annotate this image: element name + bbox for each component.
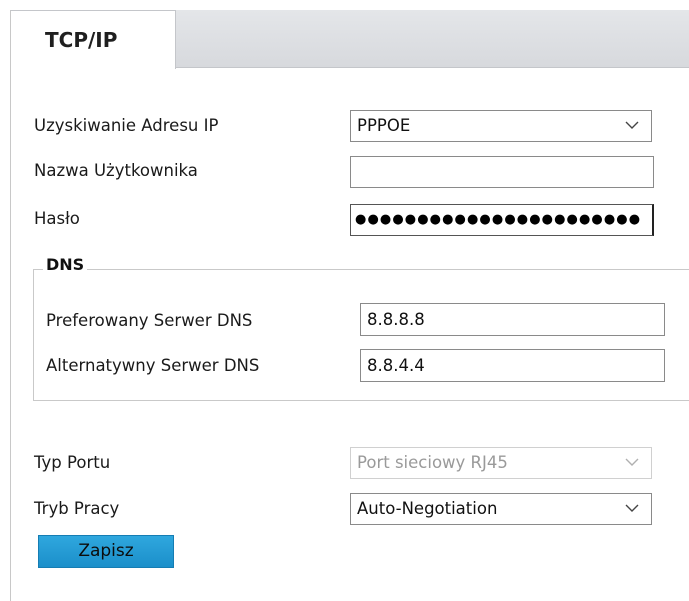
work-mode-select[interactable]: Auto-Negotiation <box>350 493 652 525</box>
port-type-select: Port sieciowy RJ45 <box>350 447 652 479</box>
tab-tcp-ip[interactable]: TCP/IP <box>10 10 176 69</box>
work-mode-value: Auto-Negotiation <box>357 499 498 518</box>
chevron-down-icon <box>625 458 639 466</box>
preferred-dns-field[interactable] <box>360 303 665 336</box>
username-field[interactable] <box>350 156 654 188</box>
alternate-dns-field[interactable] <box>360 349 665 382</box>
username-label: Nazwa Użytkownika <box>34 161 198 180</box>
password-label: Hasło <box>34 209 80 228</box>
port-type-value: Port sieciowy RJ45 <box>357 453 508 472</box>
ip-mode-value: PPPOE <box>357 116 411 135</box>
ip-mode-select[interactable]: PPPOE <box>350 110 652 142</box>
work-mode-label: Tryb Pracy <box>34 499 120 518</box>
alternate-dns-label: Alternatywny Serwer DNS <box>46 356 260 375</box>
preferred-dns-label: Preferowany Serwer DNS <box>46 311 253 330</box>
dns-group-title: DNS <box>43 255 88 274</box>
password-field[interactable]: ●●●●●●●●●●●●●●●●●●●●●●● <box>350 204 654 236</box>
chevron-down-icon <box>625 504 639 512</box>
chevron-down-icon <box>625 121 639 129</box>
save-button[interactable]: Zapisz <box>38 535 174 568</box>
port-type-label: Typ Portu <box>34 453 111 472</box>
ip-mode-label: Uzyskiwanie Adresu IP <box>34 116 219 135</box>
